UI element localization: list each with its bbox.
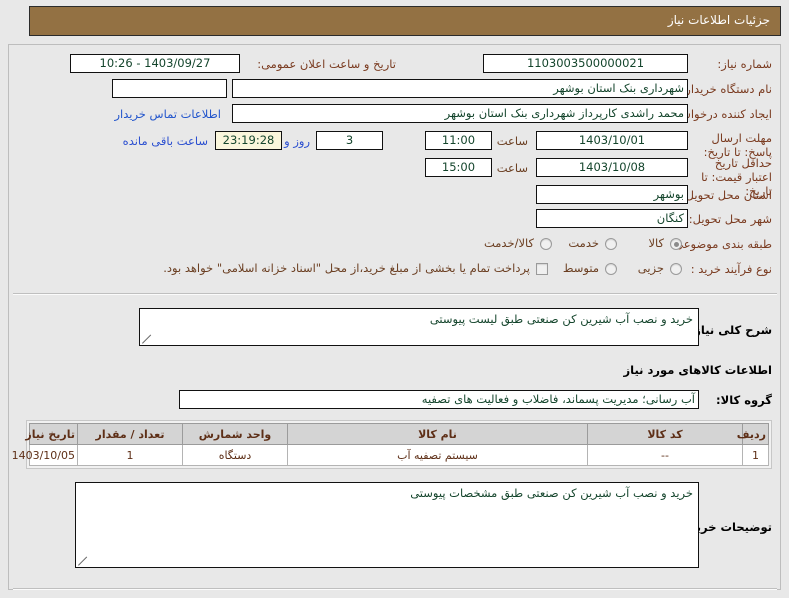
checkbox-treasury-documents[interactable] (536, 263, 548, 275)
radio-label-classification-service: خدمت (568, 236, 599, 250)
col-goods-name: نام کالا (287, 423, 588, 445)
divider-footer (13, 588, 777, 590)
radio-process-medium[interactable] (605, 263, 617, 275)
field-request-creator[interactable]: محمد راشدی کارپرداز شهرداری بنک استان بو… (232, 104, 688, 123)
buyer-notes-text: خرید و نصب آب شیرین کن صنعتی طبق مشخصات … (410, 486, 693, 500)
field-response-deadline-time[interactable]: 11:00 (425, 131, 492, 150)
label-delivery-city: شهر محل تحویل: (688, 212, 772, 226)
field-days-remaining[interactable]: 3 (316, 131, 383, 150)
main-panel: شماره نیاز: 1103003500000021 تاریخ و ساع… (8, 44, 781, 590)
cell-goods-name: سیستم تصفیه آب (287, 444, 588, 466)
cell-row-number: 1 (742, 444, 769, 466)
items-table: ردیف کد کالا نام کالا واحد شمارش تعداد /… (12, 423, 769, 466)
label-delivery-province: استان محل تحویل: (681, 188, 772, 202)
field-buyer-org-extra[interactable] (112, 79, 227, 98)
col-need-date: تاریخ نیاز (25, 423, 78, 445)
field-countdown-timer: 23:19:28 (215, 131, 282, 150)
radio-label-classification-goods-service: کالا/خدمت (483, 236, 534, 250)
field-price-validity-time[interactable]: 15:00 (425, 158, 492, 177)
heading-goods-info: اطلاعات کالاهای مورد نیاز (623, 363, 772, 377)
buyer-contact-link[interactable]: اطلاعات تماس خریدار (114, 107, 221, 121)
resize-grip-icon[interactable] (142, 335, 151, 344)
resize-grip-icon-notes[interactable] (78, 557, 87, 566)
field-buyer-org[interactable]: شهرداری بنک استان بوشهر (232, 79, 688, 98)
label-response-deadline-time: ساعت (496, 134, 528, 148)
radio-classification-service[interactable] (605, 238, 617, 250)
label-days-remaining: روز و (284, 134, 310, 148)
radio-label-classification-goods: کالا (648, 236, 664, 250)
col-goods-code: کد کالا (587, 423, 743, 445)
divider-top (13, 293, 777, 295)
table-row: 1 -- سیستم تصفیه آب دستگاه 1 1403/10/05 (12, 444, 769, 466)
cell-goods-code: -- (587, 444, 743, 466)
field-response-deadline-date[interactable]: 1403/10/01 (536, 131, 688, 150)
radio-label-process-minor: جزیی (637, 261, 664, 275)
col-quantity: تعداد / مقدار (77, 423, 183, 445)
col-row-number: ردیف (737, 423, 769, 445)
cell-unit: دستگاه (182, 444, 288, 466)
col-unit: واحد شمارش (182, 423, 288, 445)
need-summary-text: خرید و نصب آب شیرین کن صنعتی طبق لیست پی… (429, 312, 693, 326)
radio-classification-goods[interactable] (670, 238, 682, 250)
field-buyer-notes[interactable]: خرید و نصب آب شیرین کن صنعتی طبق مشخصات … (75, 482, 699, 568)
radio-classification-goods-service[interactable] (540, 238, 552, 250)
field-delivery-province[interactable]: بوشهر (536, 185, 688, 204)
field-need-number[interactable]: 1103003500000021 (483, 54, 688, 73)
page-root: AriaTender.net جزئیات اطلاعات نیاز شماره… (0, 0, 789, 598)
checkbox-label-treasury-documents: پرداخت تمام یا بخشی از مبلغ خرید،از محل … (163, 261, 530, 275)
label-announce-datetime: تاریخ و ساعت اعلان عمومی: (257, 57, 396, 71)
label-countdown-remaining: ساعت باقی مانده (122, 134, 208, 148)
field-price-validity-date[interactable]: 1403/10/08 (536, 158, 688, 177)
field-goods-group[interactable]: آب رسانی؛ مدیریت پسماند، فاضلاب و فعالیت… (179, 390, 699, 409)
cell-quantity: 1 (77, 444, 183, 466)
cell-need-date: 1403/10/05 (12, 444, 78, 466)
label-need-number: شماره نیاز: (717, 57, 772, 71)
window-title: جزئیات اطلاعات نیاز (667, 13, 770, 27)
table-header-row: ردیف کد کالا نام کالا واحد شمارش تعداد /… (25, 423, 769, 445)
field-need-summary[interactable]: خرید و نصب آب شیرین کن صنعتی طبق لیست پی… (139, 308, 699, 346)
field-announce-datetime[interactable]: 1403/09/27 - 10:26 (70, 54, 240, 73)
label-goods-group: گروه کالا: (716, 393, 772, 407)
radio-label-process-medium: متوسط (562, 261, 599, 275)
window-titlebar: جزئیات اطلاعات نیاز (29, 6, 781, 36)
label-price-validity-time: ساعت (496, 161, 528, 175)
items-table-container: ردیف کد کالا نام کالا واحد شمارش تعداد /… (12, 420, 772, 469)
radio-process-minor[interactable] (670, 263, 682, 275)
label-need-summary: شرح کلی نیاز: (689, 323, 772, 337)
label-subject-classification: طبقه بندی موضوعی: (670, 237, 772, 251)
label-buyer-org: نام دستگاه خریدار: (681, 82, 772, 96)
label-purchase-process: نوع فرآیند خرید : (690, 262, 772, 276)
label-response-deadline: مهلت ارسال پاسخ: تا تاریخ: (703, 131, 772, 159)
field-delivery-city[interactable]: کنگان (536, 209, 688, 228)
